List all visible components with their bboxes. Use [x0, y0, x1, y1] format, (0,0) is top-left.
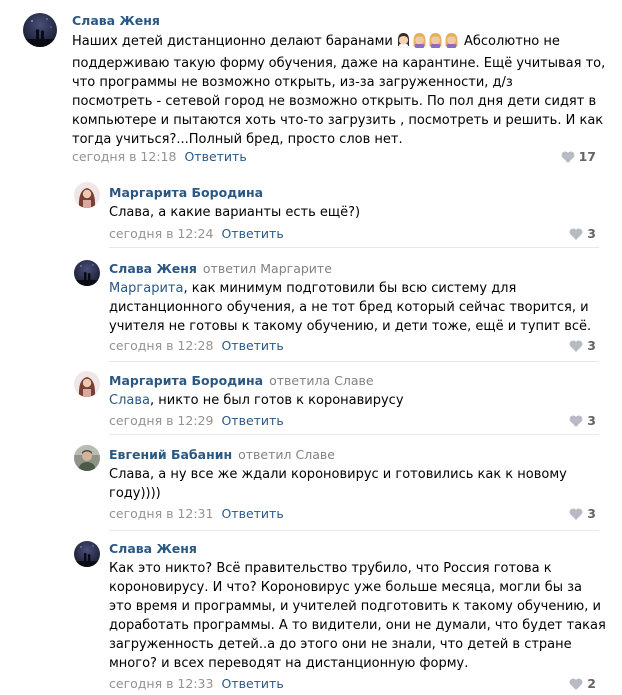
author-name[interactable]: Слава Женя	[109, 541, 197, 556]
comment-text: Слава, а ну все же ждали короновирус и г…	[109, 465, 599, 503]
reply-button[interactable]: Ответить	[221, 413, 283, 428]
avatar[interactable]	[74, 260, 100, 286]
avatar[interactable]	[74, 445, 100, 471]
text-line: что программы не возможно открыть, из-за…	[72, 75, 513, 90]
timestamp[interactable]: сегодня в 12:33	[109, 676, 213, 691]
divider	[109, 247, 599, 248]
reply-comment: Маргарита Бородина ответила Славе Слава, …	[0, 363, 622, 435]
text-line: доработать программы. А то видители, они…	[109, 618, 606, 633]
text-line: Слава, никто не был готов к коронавирусу	[109, 393, 404, 408]
author-name[interactable]: Маргарита Бородина	[109, 373, 263, 388]
divider	[109, 530, 599, 531]
reply-comment: Маргарита Бородина Слава, а какие вариан…	[0, 170, 622, 250]
comment-text: Слава, никто не был готов к коронавирусу	[109, 391, 599, 410]
reply-button[interactable]: Ответить	[221, 338, 283, 353]
comment: Слава Женя Наших детей дистанционно дела…	[0, 0, 622, 170]
author-line: Слава Женя ответил Маргарите	[109, 260, 332, 277]
reply-button[interactable]: Ответить	[184, 149, 246, 164]
reply-comment: Слава Женя Как это никто? Всё правительс…	[0, 532, 622, 695]
avatar[interactable]	[74, 541, 100, 567]
like-count: 3	[587, 338, 596, 353]
timestamp[interactable]: сегодня в 12:28	[109, 338, 213, 353]
heart-icon	[561, 151, 575, 163]
text-line: Маргарита, как минимум подготовили бы вс…	[109, 281, 517, 296]
reply-comment: Евгений Бабанин ответил Славе Слава, а ну…	[0, 435, 622, 532]
reply-to-label[interactable]: ответил Маргарите	[203, 261, 332, 276]
comment-text: Слава, а какие варианты есть ещё?)	[109, 203, 599, 222]
heart-icon	[569, 508, 583, 520]
avatar[interactable]	[74, 182, 100, 208]
like-button[interactable]: 3	[569, 506, 596, 522]
text-line: Как это никто? Всё правительство трубило…	[109, 561, 552, 576]
author-name[interactable]: Слава Женя	[72, 13, 160, 28]
reply-to-label[interactable]: ответил Славе	[238, 447, 335, 462]
heart-icon	[569, 228, 583, 240]
reply-button[interactable]: Ответить	[221, 226, 283, 241]
like-count: 3	[587, 413, 596, 428]
author-name[interactable]: Евгений Бабанин	[109, 447, 232, 462]
text-line: Наших детей дистанционно делают баранами…	[72, 32, 602, 54]
heart-icon	[569, 415, 583, 427]
text-line: Слава, а ну все же ждали короновирус и г…	[109, 467, 567, 482]
text-line: поддерживаю такую форму обучения, даже н…	[72, 56, 606, 71]
text-line: загруженность детей..а до этого они не з…	[109, 637, 572, 652]
like-count: 3	[587, 506, 596, 521]
author-line: Маргарита Бородина	[109, 184, 263, 201]
author-line: Слава Женя	[72, 12, 160, 29]
comment-text: Маргарита, как минимум подготовили бы вс…	[109, 279, 599, 336]
mention-link[interactable]: Слава	[109, 393, 150, 408]
like-button[interactable]: 3	[569, 226, 596, 242]
woman-facepalming-emoji	[412, 32, 427, 48]
comment-text: Как это никто? Всё правительство трубило…	[109, 559, 606, 673]
text-line: посмотреть - сетевой город не возможно о…	[72, 94, 597, 109]
like-button[interactable]: 3	[569, 413, 596, 429]
author-name[interactable]: Слава Женя	[109, 261, 197, 276]
comment-thread: Слава Женя Наших детей дистанционно дела…	[0, 0, 622, 695]
text-line: учителя не готовы к такому обучению, и д…	[109, 319, 592, 334]
comment-meta: сегодня в 12:28 Ответить	[109, 338, 284, 354]
like-count: 17	[578, 149, 596, 164]
mention-link[interactable]: Маргарита	[109, 281, 183, 296]
like-button[interactable]: 17	[561, 149, 596, 165]
text-line: Слава, а какие варианты есть ещё?)	[109, 205, 361, 220]
like-count: 3	[587, 226, 596, 241]
woman-facepalming-emoji	[444, 32, 459, 48]
author-line: Маргарита Бородина ответила Славе	[109, 372, 374, 389]
author-line: Евгений Бабанин ответил Славе	[109, 446, 335, 463]
text-line: это время и программы, и учителей подгот…	[109, 599, 601, 614]
author-name[interactable]: Маргарита Бородина	[109, 185, 263, 200]
reply-to-label[interactable]: ответила Славе	[269, 373, 373, 388]
avatar[interactable]	[23, 13, 57, 47]
like-button[interactable]: 2	[569, 676, 596, 692]
author-line: Слава Женя	[109, 540, 197, 557]
like-button[interactable]: 3	[569, 338, 596, 354]
emoji-run	[396, 32, 460, 54]
text-line: году))))	[109, 486, 161, 501]
comment-meta: сегодня в 12:29 Ответить	[109, 413, 284, 429]
timestamp[interactable]: сегодня в 12:29	[109, 413, 213, 428]
comment-meta: сегодня в 12:33 Ответить	[109, 676, 284, 692]
heart-icon	[569, 678, 583, 690]
text-line: компьютере и пытаются хоть что-то загруз…	[72, 113, 604, 128]
comment-meta: сегодня в 12:24 Ответить	[109, 226, 284, 242]
heart-icon	[569, 340, 583, 352]
woman-facepalming-emoji	[428, 32, 443, 48]
avatar[interactable]	[74, 371, 100, 397]
text-line: много? и всех переводят на дистанционную…	[109, 656, 469, 671]
reply-comment: Слава Женя ответил Маргарите Маргарита, к…	[0, 250, 622, 363]
timestamp[interactable]: сегодня в 12:18	[72, 149, 176, 164]
comment-meta: сегодня в 12:31 Ответить	[109, 506, 284, 522]
reply-button[interactable]: Ответить	[221, 676, 283, 691]
text-line: тогда учиться?...Полный бред, просто сло…	[72, 132, 403, 147]
text-line: короновирусу. И что? Короновирус уже бол…	[109, 580, 583, 595]
text-line: дистанционного обучения, а не тот бред к…	[109, 300, 589, 315]
comment-meta: сегодня в 12:18 Ответить	[72, 149, 247, 165]
comment-text: Наших детей дистанционно делают баранами…	[72, 32, 606, 149]
woman-facepalming-emoji	[396, 32, 411, 48]
like-count: 2	[587, 676, 596, 691]
reply-button[interactable]: Ответить	[221, 506, 283, 521]
timestamp[interactable]: сегодня в 12:31	[109, 506, 213, 521]
timestamp[interactable]: сегодня в 12:24	[109, 226, 213, 241]
divider	[109, 361, 599, 362]
